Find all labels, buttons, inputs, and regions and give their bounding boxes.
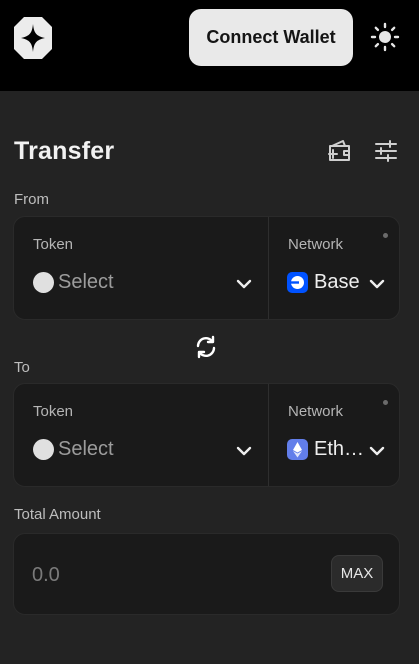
status-dot	[383, 233, 388, 238]
status-dot	[383, 400, 388, 405]
from-network-select[interactable]: Network Base	[268, 217, 399, 319]
amount-panel: MAX	[13, 533, 400, 615]
from-token-select[interactable]: Token Select	[14, 217, 268, 319]
network-value: Eth…	[314, 438, 365, 460]
sun-icon[interactable]	[369, 21, 401, 53]
token-placeholder-icon	[33, 439, 54, 460]
from-panel: Token Select Network Base	[13, 216, 400, 320]
network-value: Base	[314, 271, 360, 293]
wallet-add-icon[interactable]	[324, 136, 354, 166]
chevron-down-icon	[369, 279, 385, 289]
chevron-down-icon	[236, 446, 252, 456]
network-label: Network	[288, 236, 344, 253]
chevron-down-icon	[369, 446, 385, 456]
network-label: Network	[288, 403, 344, 420]
max-button[interactable]: MAX	[331, 555, 383, 592]
token-placeholder-icon	[33, 272, 54, 293]
connect-wallet-button[interactable]: Connect Wallet	[189, 9, 353, 66]
token-label: Token	[33, 403, 74, 420]
swap-arrows-icon[interactable]	[190, 332, 222, 362]
token-value: Select	[58, 438, 114, 460]
token-label: Token	[33, 236, 74, 253]
sliders-icon[interactable]	[371, 136, 401, 166]
top-bar: Connect Wallet	[0, 0, 419, 91]
star-logo-icon[interactable]	[12, 13, 54, 63]
chevron-down-icon	[236, 279, 252, 289]
token-value: Select	[58, 271, 114, 293]
ethereum-network-icon	[287, 439, 308, 460]
to-token-select[interactable]: Token Select	[14, 384, 268, 486]
from-label: From	[14, 191, 49, 208]
amount-input[interactable]	[32, 560, 322, 590]
to-network-select[interactable]: Network Eth…	[268, 384, 399, 486]
total-amount-label: Total Amount	[14, 506, 101, 523]
page-title: Transfer	[14, 137, 115, 165]
base-network-icon	[287, 272, 308, 293]
to-label: To	[14, 359, 30, 376]
to-panel: Token Select Network Eth…	[13, 383, 400, 487]
